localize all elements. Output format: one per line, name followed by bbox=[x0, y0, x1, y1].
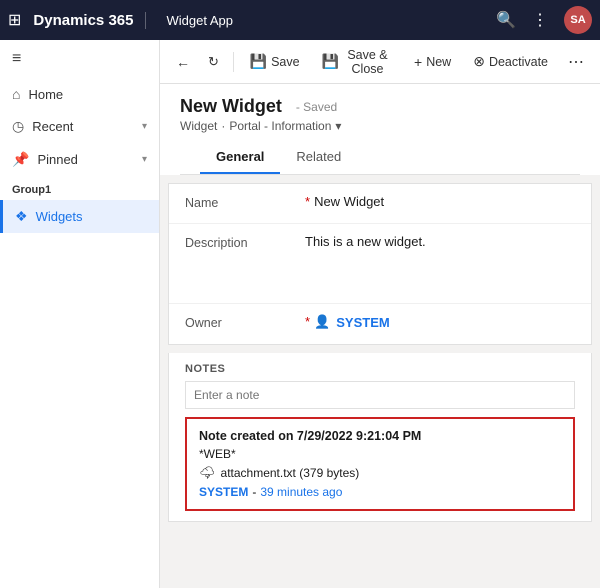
sidebar-pinned-label: Pinned bbox=[37, 152, 77, 167]
breadcrumb-part1: Widget bbox=[180, 119, 217, 133]
sidebar-group-label: Group1 bbox=[0, 176, 159, 200]
breadcrumb-separator: · bbox=[221, 119, 225, 133]
new-button[interactable]: + New bbox=[404, 49, 461, 75]
record-header: New Widget - Saved Widget · Portal - Inf… bbox=[160, 84, 600, 175]
sidebar-item-pinned[interactable]: 📌 Pinned ▾ bbox=[0, 143, 159, 176]
sidebar-item-widgets[interactable]: ❖ Widgets bbox=[0, 200, 159, 233]
notes-input[interactable] bbox=[185, 381, 575, 409]
recent-icon: ◷ bbox=[12, 118, 24, 135]
deactivate-label: Deactivate bbox=[489, 55, 548, 69]
notes-section: NOTES Note created on 7/29/2022 9:21:04 … bbox=[168, 353, 592, 522]
pinned-icon: 📌 bbox=[12, 151, 29, 168]
app-name-label: Widget App bbox=[166, 13, 488, 28]
sidebar-home-label: Home bbox=[28, 87, 63, 102]
new-icon: + bbox=[414, 54, 422, 70]
field-name-row: Name * New Widget bbox=[169, 184, 591, 224]
note-card: Note created on 7/29/2022 9:21:04 PM *WE… bbox=[185, 417, 575, 511]
more-commands-button[interactable]: ⋯ bbox=[560, 47, 592, 77]
main-content-area: ← ↻ 💾 Save 💾 Save & Close + New ⊗ Deacti… bbox=[160, 40, 600, 588]
field-owner-label: Owner bbox=[185, 314, 305, 330]
save-close-icon: 💾 bbox=[322, 53, 339, 70]
sidebar-widgets-label: Widgets bbox=[36, 209, 83, 224]
note-card-attachment: 🌩 attachment.txt (379 bytes) bbox=[199, 465, 561, 481]
note-system-link[interactable]: SYSTEM bbox=[199, 485, 248, 499]
note-time-link[interactable]: 39 minutes ago bbox=[260, 485, 342, 499]
grid-icon[interactable]: ⊞ bbox=[8, 10, 21, 30]
owner-icon: 👤 bbox=[314, 314, 330, 330]
note-card-footer: SYSTEM - 39 minutes ago bbox=[199, 485, 561, 499]
record-area: New Widget - Saved Widget · Portal - Inf… bbox=[160, 84, 600, 588]
note-card-title: Note created on 7/29/2022 9:21:04 PM bbox=[199, 429, 561, 443]
save-close-label: Save & Close bbox=[343, 48, 392, 76]
top-navigation-bar: ⊞ Dynamics 365 Widget App 🔍 ⋮ SA bbox=[0, 0, 600, 40]
widgets-icon: ❖ bbox=[15, 208, 28, 225]
sidebar-recent-label: Recent bbox=[32, 119, 73, 134]
home-icon: ⌂ bbox=[12, 86, 20, 102]
field-owner-row: Owner * 👤 SYSTEM bbox=[169, 304, 591, 344]
refresh-button[interactable]: ↻ bbox=[200, 49, 227, 75]
sidebar-item-recent[interactable]: ◷ Recent ▾ bbox=[0, 110, 159, 143]
tab-general[interactable]: General bbox=[200, 141, 280, 174]
command-bar: ← ↻ 💾 Save 💾 Save & Close + New ⊗ Deacti… bbox=[160, 40, 600, 84]
tab-related[interactable]: Related bbox=[280, 141, 357, 174]
save-icon: 💾 bbox=[250, 53, 267, 70]
command-separator bbox=[233, 52, 234, 72]
sidebar-item-home[interactable]: ⌂ Home bbox=[0, 78, 159, 110]
field-description-value[interactable]: This is a new widget. bbox=[305, 234, 575, 249]
field-description-label: Description bbox=[185, 234, 305, 250]
breadcrumb-part2[interactable]: Portal - Information bbox=[229, 119, 331, 133]
attachment-icon: 🌩 bbox=[199, 465, 216, 481]
owner-name: SYSTEM bbox=[336, 315, 389, 330]
new-label: New bbox=[426, 55, 451, 69]
topbar-more-icon[interactable]: ⋮ bbox=[532, 10, 548, 30]
field-owner-required: * bbox=[305, 314, 310, 329]
field-description-row: Description This is a new widget. bbox=[169, 224, 591, 304]
deactivate-button[interactable]: ⊗ Deactivate bbox=[463, 48, 558, 75]
breadcrumb-chevron-icon[interactable]: ▾ bbox=[335, 119, 341, 133]
attachment-text: attachment.txt (379 bytes) bbox=[221, 466, 360, 480]
save-label: Save bbox=[271, 55, 300, 69]
deactivate-icon: ⊗ bbox=[473, 53, 485, 70]
back-button[interactable]: ← bbox=[168, 49, 198, 75]
pinned-chevron-icon: ▾ bbox=[142, 154, 147, 165]
hamburger-menu-icon[interactable]: ≡ bbox=[0, 40, 159, 78]
field-name-label: Name bbox=[185, 194, 305, 210]
sidebar: ≡ ⌂ Home ◷ Recent ▾ 📌 Pinned ▾ Group1 ❖ … bbox=[0, 40, 160, 588]
save-button[interactable]: 💾 Save bbox=[240, 48, 310, 75]
breadcrumb: Widget · Portal - Information ▾ bbox=[180, 119, 580, 133]
field-owner-value[interactable]: 👤 SYSTEM bbox=[314, 314, 390, 330]
note-card-tag: *WEB* bbox=[199, 447, 561, 461]
record-saved-status: - Saved bbox=[296, 100, 337, 114]
record-title: New Widget bbox=[180, 96, 282, 117]
field-name-required: * bbox=[305, 194, 310, 209]
tabs-container: General Related bbox=[180, 141, 580, 175]
recent-chevron-icon: ▾ bbox=[142, 121, 147, 132]
notes-section-label: NOTES bbox=[185, 363, 575, 375]
form-section: Name * New Widget Description This is a … bbox=[168, 183, 592, 345]
search-icon[interactable]: 🔍 bbox=[496, 10, 516, 30]
save-close-button[interactable]: 💾 Save & Close bbox=[312, 43, 402, 81]
app-brand-title: Dynamics 365 bbox=[33, 12, 146, 29]
note-footer-separator: - bbox=[252, 485, 256, 499]
field-name-value[interactable]: New Widget bbox=[314, 194, 575, 209]
user-avatar[interactable]: SA bbox=[564, 6, 592, 34]
